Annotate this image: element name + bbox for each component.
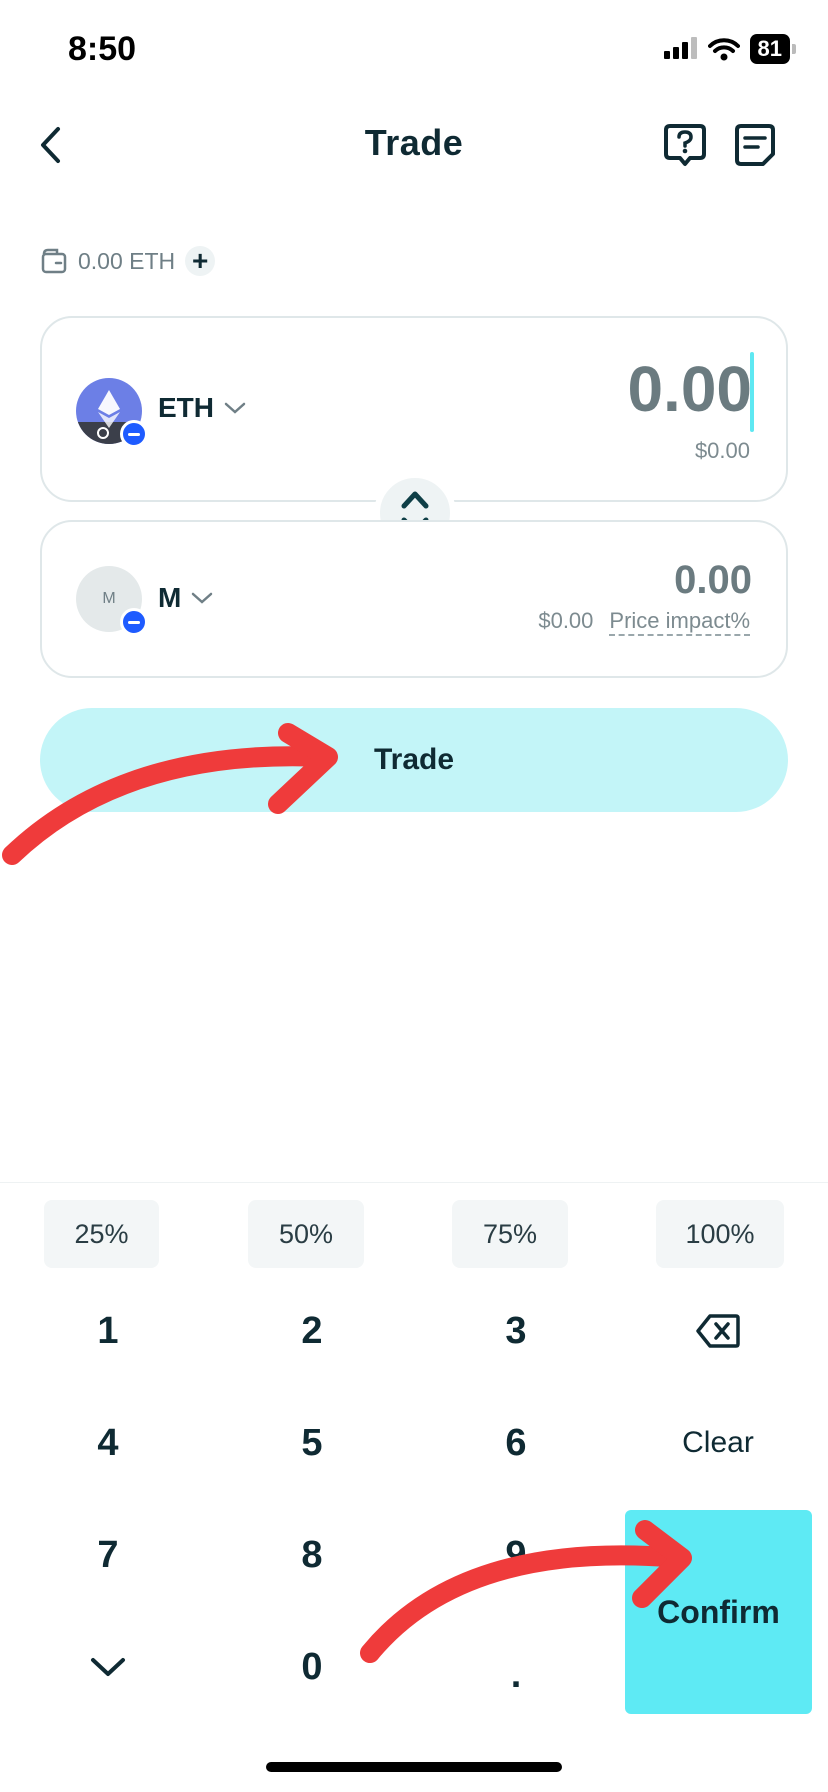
home-indicator [266, 1762, 562, 1772]
key-5[interactable]: 5 [222, 1398, 402, 1488]
confirm-button[interactable]: Confirm [625, 1510, 812, 1714]
key-2[interactable]: 2 [222, 1286, 402, 1376]
status-time: 8:50 [68, 30, 137, 68]
clear-button[interactable]: Clear [628, 1398, 808, 1488]
key-6[interactable]: 6 [426, 1398, 606, 1488]
wifi-icon [707, 38, 740, 61]
to-token-details: $0.00 Price impact% [538, 608, 750, 636]
key-0[interactable]: 0 [222, 1622, 402, 1712]
percent-75-button[interactable]: 75% [452, 1200, 568, 1268]
trade-button[interactable]: Trade [40, 708, 788, 812]
key-3[interactable]: 3 [426, 1286, 606, 1376]
key-7[interactable]: 7 [18, 1510, 198, 1600]
status-icons: 81 [663, 34, 797, 64]
backspace-button[interactable] [628, 1286, 808, 1376]
from-token-selector[interactable]: ETH [158, 392, 246, 424]
text-cursor [750, 352, 754, 432]
key-1[interactable]: 1 [18, 1286, 198, 1376]
status-bar: 8:50 81 [0, 0, 828, 100]
to-token-card[interactable]: M M 0.00 $0.00 Price impact% [40, 520, 788, 678]
wallet-balance: 0.00 ETH + [40, 246, 216, 276]
price-impact-link[interactable]: Price impact% [609, 608, 750, 636]
chain-badge-icon [120, 420, 148, 448]
from-usd-value: $0.00 [694, 438, 750, 463]
battery-icon: 81 [749, 34, 797, 64]
to-usd-value: $0.00 [538, 608, 594, 633]
help-icon [664, 124, 706, 166]
key-8[interactable]: 8 [222, 1510, 402, 1600]
from-token-symbol: ETH [158, 392, 214, 423]
history-icon [735, 124, 775, 166]
from-amount-input[interactable]: 0.00 [627, 352, 752, 426]
key-9[interactable]: 9 [426, 1510, 606, 1600]
chevron-down-icon [224, 402, 246, 414]
chain-badge-icon [120, 608, 148, 636]
wallet-icon [41, 248, 67, 274]
to-token-selector[interactable]: M [158, 582, 213, 614]
history-button[interactable] [732, 120, 778, 170]
keypad-divider [0, 1182, 828, 1183]
percent-50-button[interactable]: 50% [248, 1200, 364, 1268]
key-4[interactable]: 4 [18, 1398, 198, 1488]
to-amount: 0.00 [674, 558, 752, 602]
backspace-icon [696, 1314, 740, 1348]
to-token-symbol: M [158, 582, 182, 613]
balance-text: 0.00 ETH [78, 247, 176, 274]
cellular-signal-icon [663, 37, 697, 59]
percent-100-button[interactable]: 100% [656, 1200, 784, 1268]
collapse-keypad-button[interactable] [18, 1622, 198, 1712]
key-decimal[interactable]: . [426, 1630, 606, 1720]
chevron-down-icon [91, 1658, 125, 1676]
nav-bar: Trade [0, 110, 828, 180]
chevron-down-icon [192, 592, 213, 604]
percent-25-button[interactable]: 25% [44, 1200, 159, 1268]
add-funds-button[interactable]: + [185, 246, 216, 276]
help-button[interactable] [662, 120, 708, 170]
